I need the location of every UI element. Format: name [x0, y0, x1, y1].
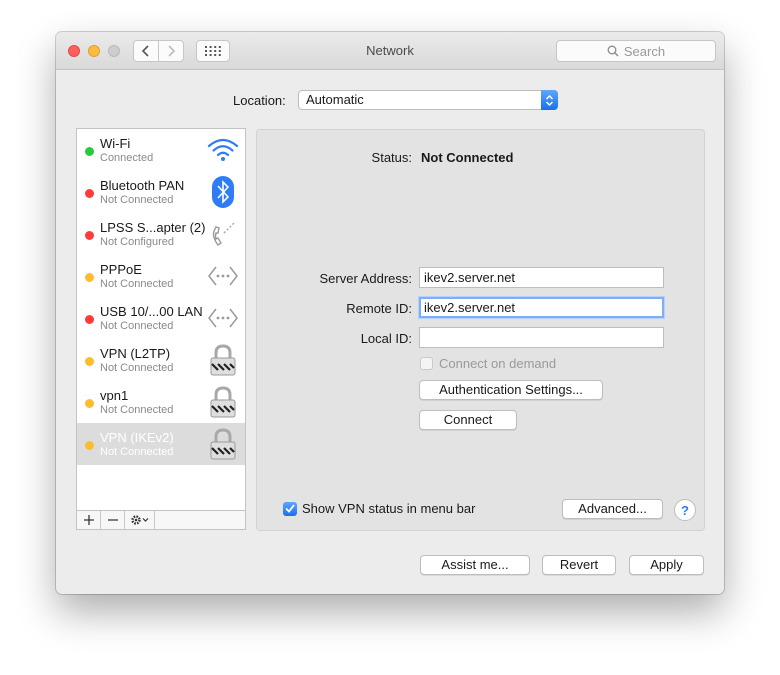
- status-dot: [85, 189, 94, 198]
- status-dot: [85, 399, 94, 408]
- service-name: VPN (L2TP): [100, 346, 171, 361]
- show-vpn-status-label: Show VPN status in menu bar: [302, 501, 476, 516]
- show-all-button[interactable]: [196, 40, 230, 62]
- service-status: Connected: [100, 152, 154, 164]
- authentication-settings-button[interactable]: Authentication Settings...: [419, 380, 603, 400]
- minus-icon: [107, 519, 118, 521]
- location-value: Automatic: [306, 92, 364, 107]
- connect-on-demand-checkbox[interactable]: Connect on demand: [420, 356, 556, 371]
- ethernet-icon: [207, 260, 239, 292]
- service-name: PPPoE: [100, 262, 142, 277]
- server-address-label: Server Address:: [319, 271, 413, 286]
- select-stepper-icon: [541, 90, 558, 110]
- title-bar: Network Search: [56, 32, 724, 70]
- chevron-right-icon: [168, 45, 176, 57]
- chevron-left-icon: [141, 45, 149, 57]
- gear-icon: [130, 515, 148, 525]
- assist-me-button[interactable]: Assist me...: [420, 555, 530, 575]
- lock-icon: [207, 386, 239, 418]
- lock-icon: [207, 428, 239, 460]
- status-value: Not Connected: [421, 150, 514, 165]
- status-dot: [85, 441, 94, 450]
- forward-button[interactable]: [158, 40, 184, 62]
- lock-icon: [207, 344, 239, 376]
- status-dot: [85, 315, 94, 324]
- checkmark-icon: [283, 501, 297, 516]
- service-item-vpn-ikev2[interactable]: VPN (IKEv2) Not Connected: [77, 423, 245, 465]
- service-name: USB 10/...00 LAN: [100, 304, 203, 319]
- local-id-label: Local ID:: [360, 331, 412, 346]
- service-item-vpn1[interactable]: vpn1 Not Connected: [77, 381, 245, 423]
- status-dot: [85, 273, 94, 282]
- ethernet-icon: [207, 302, 239, 334]
- apply-button[interactable]: Apply: [629, 555, 704, 575]
- add-service-button[interactable]: [77, 511, 101, 529]
- zoom-button[interactable]: [108, 45, 120, 57]
- remote-id-field[interactable]: ikev2.server.net: [419, 297, 664, 318]
- service-name: vpn1: [100, 388, 129, 403]
- phone-icon: [207, 218, 239, 250]
- service-status: Not Connected: [100, 320, 174, 332]
- service-item-usb-lan[interactable]: USB 10/...00 LAN Not Connected: [77, 297, 245, 339]
- status-dot: [85, 357, 94, 366]
- revert-button[interactable]: Revert: [542, 555, 616, 575]
- remote-id-label: Remote ID:: [346, 301, 412, 316]
- connect-on-demand-label: Connect on demand: [439, 356, 557, 371]
- grid-icon: [205, 46, 221, 56]
- location-select[interactable]: Automatic: [298, 90, 558, 110]
- advanced-button[interactable]: Advanced...: [562, 499, 663, 519]
- search-field[interactable]: Search: [556, 40, 716, 62]
- status-dot: [85, 147, 94, 156]
- checkbox-icon: [420, 357, 433, 370]
- status-dot: [85, 231, 94, 240]
- service-name: VPN (IKEv2): [100, 430, 174, 445]
- service-list: Wi-Fi Connected Bluetooth PAN Not Connec…: [76, 128, 246, 530]
- server-address-field[interactable]: ikev2.server.net: [419, 267, 664, 288]
- service-name: Bluetooth PAN: [100, 178, 185, 193]
- minimize-button[interactable]: [88, 45, 100, 57]
- service-item-wifi[interactable]: Wi-Fi Connected: [77, 129, 245, 171]
- service-item-lpss[interactable]: LPSS S...apter (2) Not Configured: [77, 213, 245, 255]
- service-status: Not Connected: [100, 404, 174, 416]
- wifi-icon: [207, 134, 239, 166]
- location-label: Location:: [233, 93, 286, 108]
- action-menu-button[interactable]: [125, 511, 155, 529]
- service-status: Not Configured: [100, 236, 174, 248]
- search-icon: [607, 45, 619, 57]
- bluetooth-icon: [207, 176, 239, 208]
- connect-button[interactable]: Connect: [419, 410, 517, 430]
- show-vpn-status-checkbox[interactable]: Show VPN status in menu bar: [283, 501, 475, 516]
- local-id-field[interactable]: [419, 327, 664, 348]
- network-window: Network Search Location: Automatic Wi-Fi…: [56, 32, 724, 594]
- service-status: Not Connected: [100, 446, 174, 458]
- back-button[interactable]: [133, 40, 159, 62]
- service-status: Not Connected: [100, 362, 174, 374]
- window-title: Network: [366, 43, 414, 58]
- service-item-bluetooth-pan[interactable]: Bluetooth PAN Not Connected: [77, 171, 245, 213]
- service-list-toolbar: [76, 510, 246, 530]
- close-button[interactable]: [68, 45, 80, 57]
- help-button[interactable]: ?: [674, 499, 696, 521]
- plus-icon: [83, 515, 94, 525]
- service-status: Not Connected: [100, 278, 174, 290]
- service-item-pppoe[interactable]: PPPoE Not Connected: [77, 255, 245, 297]
- remove-service-button[interactable]: [101, 511, 125, 529]
- search-placeholder: Search: [623, 43, 666, 59]
- vpn-detail-panel: Status: Not Connected Server Address: ik…: [256, 129, 705, 531]
- service-name: LPSS S...apter (2): [100, 220, 206, 235]
- service-name: Wi-Fi: [100, 136, 131, 151]
- service-status: Not Connected: [100, 194, 174, 206]
- status-label: Status:: [371, 150, 412, 165]
- service-item-vpn-l2tp[interactable]: VPN (L2TP) Not Connected: [77, 339, 245, 381]
